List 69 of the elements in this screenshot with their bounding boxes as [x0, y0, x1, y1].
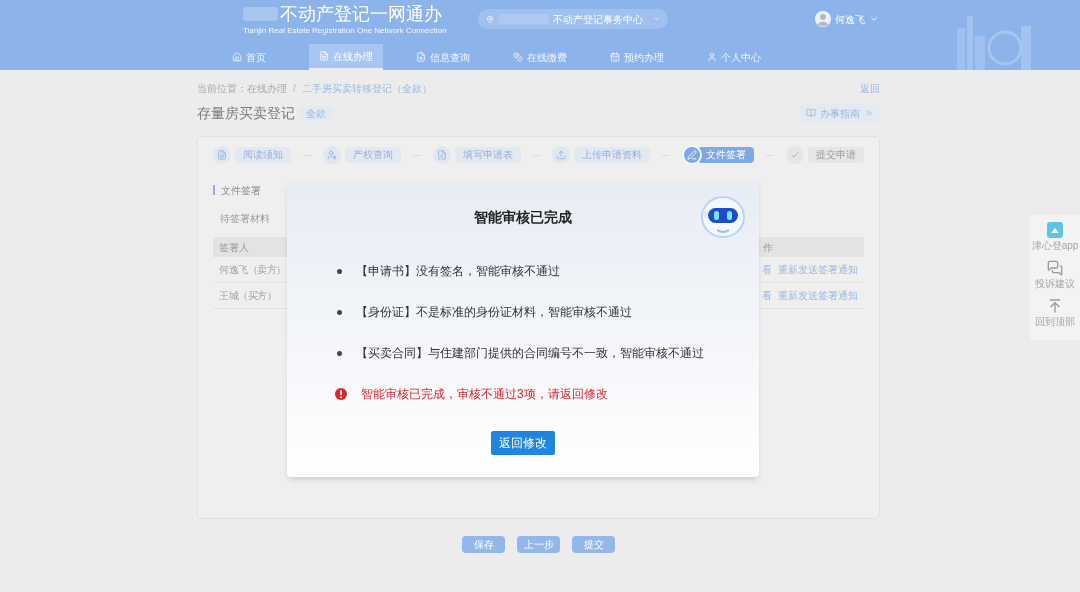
- form-edit-icon: [432, 146, 451, 164]
- logo-title: 不动产登记一网通办: [280, 3, 442, 25]
- step-label: 提交申请: [808, 147, 864, 163]
- error-icon: [335, 388, 347, 400]
- return-edit-button[interactable]: 返回修改: [491, 431, 555, 455]
- book-icon: [806, 108, 816, 118]
- double-chevron-icon: [864, 108, 874, 118]
- user-icon: [707, 52, 717, 62]
- user-menu[interactable]: 何逸飞: [815, 9, 879, 29]
- step-label: 产权查询: [344, 147, 401, 163]
- home-icon: [232, 52, 242, 62]
- upload-icon: [552, 146, 571, 164]
- column-header: 作: [763, 240, 773, 255]
- review-result: 【买卖合同】与住建部门提供的合同编号不一致，智能审核不通过: [356, 345, 704, 362]
- app-icon: [1047, 222, 1063, 238]
- save-button[interactable]: 保存: [462, 536, 505, 553]
- error-message: 智能审核已完成，审核不通过3项，请返回修改: [361, 386, 608, 403]
- page-title: 存量房买卖登记: [197, 103, 296, 123]
- view-link[interactable]: 看: [762, 262, 772, 277]
- step-label: 阅读须知: [235, 147, 291, 163]
- dialog-title: 智能审核已完成: [474, 208, 572, 227]
- tab[interactable]: 待签署材料: [213, 209, 277, 227]
- chat-icon: [1047, 260, 1063, 276]
- blurred-block: [243, 7, 278, 21]
- robot-icon: [699, 195, 745, 239]
- resend-link[interactable]: 重新发送签署通知: [778, 262, 858, 277]
- step-label: 文件签署: [698, 147, 755, 163]
- view-link[interactable]: 看: [762, 288, 772, 303]
- map-pin-icon: [486, 13, 494, 25]
- breadcrumb-separator: /: [293, 81, 296, 96]
- document-icon: [319, 51, 329, 61]
- review-result: 【申请书】没有签名，智能审核不通过: [356, 263, 560, 280]
- pen-icon: [682, 145, 703, 165]
- document-search-icon: [416, 52, 426, 62]
- calendar-icon: [610, 52, 620, 62]
- toolbar-item[interactable]: 津心登app: [1031, 222, 1079, 260]
- document-icon: [213, 146, 231, 164]
- breadcrumb-link[interactable]: 在线办理: [247, 80, 287, 96]
- nav-tab[interactable]: 在线办理: [309, 44, 383, 70]
- bullet-icon: [337, 268, 342, 274]
- caret-icon: [869, 14, 879, 24]
- nav-tab[interactable]: 信息查询: [406, 44, 480, 70]
- bullet-icon: [337, 350, 342, 356]
- review-result: 【身份证】不是标准的身份证材料，智能审核不通过: [356, 304, 632, 321]
- step-label: 填写申请表: [454, 147, 521, 163]
- column-header: 签署人: [219, 240, 249, 255]
- nav-tab[interactable]: 在线缴费: [503, 44, 577, 70]
- table-cell-text: 何逸飞（卖方）: [219, 263, 286, 277]
- nav-tab[interactable]: 个人中心: [697, 44, 771, 70]
- table-cell-text: 王城（买方）: [219, 289, 276, 303]
- previous-button[interactable]: 上一步: [517, 536, 560, 553]
- logo-subtitle: Tianjin Real Estate Registration One Network Connection: [243, 25, 448, 37]
- section-title: 文件签署: [221, 183, 261, 198]
- back-to-top-icon: [1047, 298, 1063, 314]
- coins-icon: [513, 52, 523, 62]
- location-selector[interactable]: 不动产登记事务中心: [478, 9, 668, 29]
- bullet-icon: [337, 309, 342, 315]
- check-icon: [786, 146, 804, 164]
- user-search-icon: [322, 146, 341, 164]
- accent-bar: [213, 185, 215, 195]
- resend-link[interactable]: 重新发送签署通知: [778, 288, 858, 303]
- back-link[interactable]: 返回: [860, 80, 880, 96]
- guide-button[interactable]: 办事指南: [800, 104, 880, 122]
- avatar-icon: [815, 11, 831, 27]
- toolbar-item[interactable]: 投诉建议: [1035, 260, 1075, 298]
- toolbar-item[interactable]: 回到顶部: [1035, 298, 1075, 336]
- submit-button[interactable]: 提交: [572, 536, 615, 553]
- nav-tab[interactable]: 预约办理: [600, 44, 674, 70]
- nav-tab[interactable]: 首页: [212, 44, 286, 70]
